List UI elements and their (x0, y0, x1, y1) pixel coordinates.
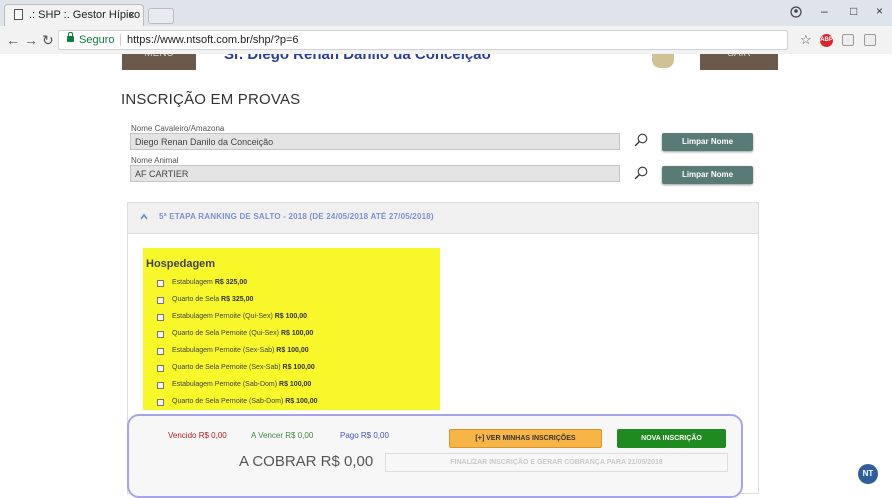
rider-name-field[interactable]: Diego Renan Danilo da Conceição (130, 133, 620, 150)
event-panel-header[interactable]: 5ª ETAPA RANKING DE SALTO - 2018 (DE 24/… (128, 203, 758, 234)
tab-title: .: SHP :. Gestor Hípico (29, 9, 141, 21)
item-label: Estabulagem Pernoite (Sex-Sab) (172, 347, 275, 354)
chevron-up-icon[interactable] (140, 213, 148, 221)
item-price: R$ 100,00 (276, 347, 309, 354)
clear-animal-button[interactable]: Limpar Nome (662, 166, 753, 184)
url-text: https://www.ntsoft.com.br/shp/?p=6 (127, 34, 299, 46)
forward-arrow-icon[interactable]: → (24, 32, 38, 48)
maximize-button[interactable]: □ (850, 4, 857, 18)
item-price: R$ 100,00 (279, 381, 312, 388)
overdue-amount: Vencido R$ 0,00 (168, 431, 227, 440)
checkbox[interactable] (157, 280, 164, 287)
item-label: Quarto de Sela (172, 296, 220, 303)
site-header: MENU Sr. Diego Renan Danilo da Conceição… (0, 54, 892, 70)
item-label: Estabulagem Pernoite (Sab-Dom) (172, 381, 278, 388)
animal-name-field[interactable]: AF CARTIER (130, 165, 620, 182)
event-title: 5ª ETAPA RANKING DE SALTO - 2018 (DE 24/… (159, 212, 434, 221)
tab-close-button[interactable]: × (128, 8, 135, 22)
browser-tab[interactable]: .: SHP :. Gestor Hípico × (4, 4, 144, 26)
paid-amount: Pago R$ 0,00 (340, 431, 389, 440)
checkbox[interactable] (157, 314, 164, 321)
url-separator (120, 34, 121, 46)
amount-to-charge: A COBRAR R$ 0,00 (239, 453, 374, 470)
lock-icon (67, 32, 74, 42)
checkbox[interactable] (157, 365, 164, 372)
view-registrations-button[interactable]: [+] VER MINHAS INSCRIÇÕES (449, 429, 602, 448)
clear-rider-button[interactable]: Limpar Nome (662, 133, 753, 151)
checkbox[interactable] (157, 331, 164, 338)
new-tab-button[interactable] (148, 8, 174, 24)
item-label: Quarto de Sela Pernoite (Sab-Dom) (172, 398, 284, 405)
exit-button[interactable]: SAIR (700, 54, 778, 70)
document-icon (14, 9, 23, 20)
close-window-button[interactable]: × (876, 4, 883, 18)
url-input[interactable]: Seguro https://www.ntsoft.com.br/shp/?p=… (58, 30, 788, 50)
page-title: INSCRIÇÃO EM PROVAS (121, 91, 301, 108)
item-label: Quarto de Sela Pernoite (Qui-Sex) (172, 330, 279, 337)
new-registration-button[interactable]: NOVA INSCRIÇÃO (617, 429, 726, 448)
bookmark-star-icon[interactable]: ☆ (800, 32, 812, 48)
checkbox[interactable] (157, 297, 164, 304)
extension-icon-2[interactable] (864, 34, 876, 46)
profile-icon[interactable] (790, 6, 802, 18)
address-bar-row: ← → ↻ Seguro https://www.ntsoft.com.br/s… (0, 26, 892, 55)
item-price: R$ 100,00 (282, 364, 315, 371)
item-price: R$ 100,00 (285, 398, 318, 405)
checkbox[interactable] (157, 382, 164, 389)
item-label: Estabulagem Pernoite (Qui-Sex) (172, 313, 273, 320)
user-name: Sr. Diego Renan Danilo da Conceição (224, 54, 491, 63)
item-price: R$ 100,00 (274, 313, 308, 320)
adblock-icon[interactable]: ABP (820, 34, 833, 47)
back-arrow-icon[interactable]: ← (6, 32, 20, 48)
item-price: R$ 100,00 (280, 330, 314, 337)
item-label: Quarto de Sela Pernoite (Sex-Sab) (172, 364, 281, 371)
animal-name-label: Nome Animal (131, 156, 179, 165)
item-label: Estabulagem (172, 279, 213, 286)
menu-button[interactable]: MENU (122, 54, 196, 70)
rider-name-label: Nome Cavaleiro/Amazona (131, 124, 225, 133)
due-amount: A Vencer R$ 0,00 (251, 431, 314, 440)
site-logo-icon (652, 54, 674, 68)
checkbox[interactable] (157, 399, 164, 406)
item-price: R$ 325,00 (214, 279, 248, 286)
browser-tab-bar: .: SHP :. Gestor Hípico × – □ × (0, 0, 892, 27)
search-icon[interactable] (634, 166, 648, 180)
finalize-registration-button[interactable]: FINALIZAR INSCRIÇÃO E GERAR COBRANÇA PAR… (385, 453, 728, 472)
item-price: R$ 325,00 (221, 296, 254, 303)
hospedagem-title: Hospedagem (146, 258, 216, 270)
checkbox[interactable] (157, 348, 164, 355)
secure-label: Seguro (79, 34, 115, 46)
nt-logo-icon: NT (858, 464, 878, 484)
minimize-button[interactable]: – (821, 4, 828, 18)
reload-icon[interactable]: ↻ (42, 32, 54, 49)
extension-icon[interactable] (842, 34, 854, 46)
search-icon[interactable] (634, 133, 648, 147)
